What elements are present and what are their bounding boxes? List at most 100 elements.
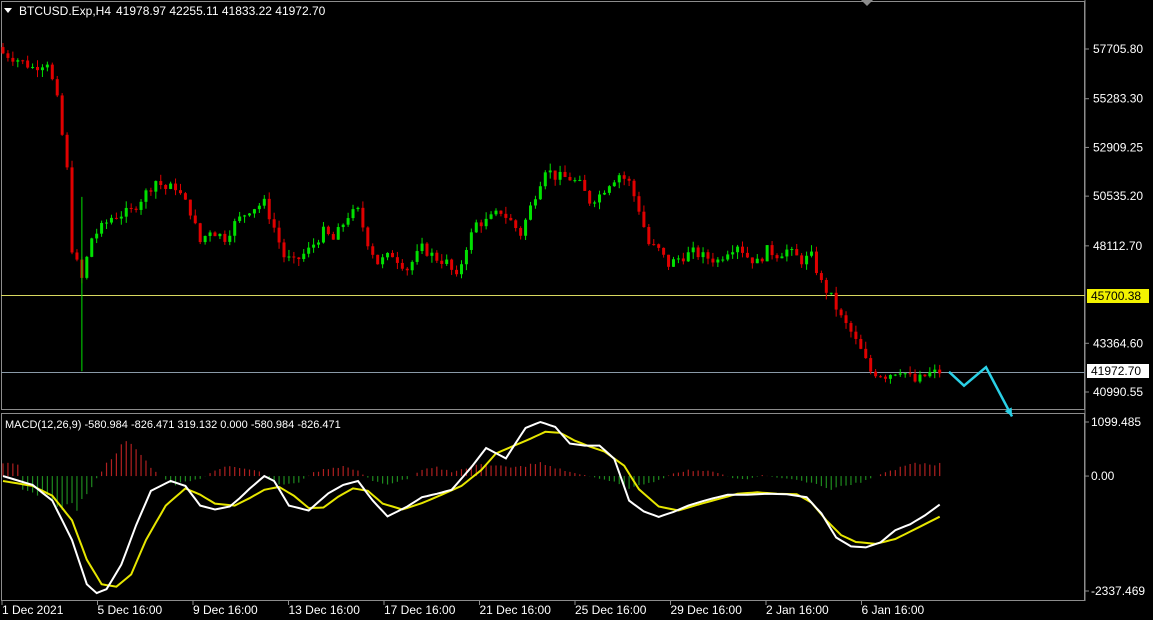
candle-body <box>785 249 789 257</box>
candle-body <box>642 211 646 228</box>
candle-body <box>538 186 542 200</box>
candle-body <box>415 251 419 262</box>
candle <box>326 225 330 236</box>
candle <box>50 62 54 81</box>
candle-body <box>770 245 774 256</box>
candle-body <box>405 268 409 271</box>
chart-root[interactable]: 57705.80 55283.30 52909.25 50535.20 48112.70… <box>0 0 1153 620</box>
candle-body <box>824 280 828 293</box>
candle-body <box>775 255 779 259</box>
candle-body <box>183 193 187 200</box>
candle-body <box>238 216 242 222</box>
candle-body <box>420 243 424 252</box>
candle-body <box>178 190 182 194</box>
candle-body <box>105 222 109 224</box>
candle-body <box>829 292 833 294</box>
candle-body <box>879 376 883 378</box>
candle-body <box>721 259 725 261</box>
candle-body <box>760 258 764 262</box>
price-tick-label: 40990.55 <box>1093 385 1143 399</box>
candle-body <box>198 223 202 243</box>
candle-body <box>726 254 730 260</box>
candle-body <box>321 226 325 243</box>
price-tick-label: 55283.30 <box>1093 92 1143 106</box>
candle-body <box>243 215 247 217</box>
candle-body <box>248 213 251 216</box>
candle-body <box>85 256 89 278</box>
candle-body <box>489 214 493 219</box>
candle <box>85 255 89 280</box>
candle-body <box>913 373 917 382</box>
macd-tick-label: -2337.469 <box>1091 584 1145 598</box>
candle-body <box>681 258 685 262</box>
candle-body <box>691 247 695 253</box>
candle-body <box>469 232 473 250</box>
candle-body <box>252 209 256 214</box>
candle-body <box>450 259 454 270</box>
candle-body <box>893 374 897 376</box>
candle-body <box>529 205 533 220</box>
candle-body <box>598 194 602 203</box>
candle-body <box>602 192 606 195</box>
candle-body <box>134 208 138 210</box>
candle-body <box>70 167 74 253</box>
candle-body <box>622 175 626 179</box>
candle-body <box>21 60 25 62</box>
candle-body <box>228 235 232 242</box>
candle-body <box>312 244 316 248</box>
chart-symbol-title: BTCUSD.Exp,H4 <box>19 4 111 18</box>
candle-body <box>395 257 399 263</box>
candle-body <box>898 373 902 375</box>
candle-body <box>568 176 572 181</box>
candle-body <box>573 180 577 182</box>
candle-body <box>543 172 547 187</box>
candle-body <box>657 244 661 248</box>
candle-body <box>60 95 64 135</box>
candle-body <box>435 252 439 261</box>
candle-body <box>1 47 5 54</box>
time-tick-label: 25 Dec 16:00 <box>575 603 647 617</box>
candle-body <box>371 246 375 255</box>
candle-body <box>933 369 937 372</box>
candle-body <box>129 207 133 209</box>
candle-body <box>647 227 651 245</box>
candle-body <box>169 183 173 189</box>
candle-body <box>755 258 759 264</box>
candle-body <box>839 309 843 316</box>
candle-body <box>114 217 118 219</box>
candle-body <box>90 238 94 257</box>
candle-body <box>883 376 887 379</box>
candle <box>70 160 74 255</box>
candle-body <box>903 373 907 375</box>
candle-body <box>292 256 296 258</box>
candle-body <box>100 222 104 234</box>
candle-body <box>36 66 40 71</box>
candle-body <box>632 180 636 197</box>
candle-body <box>854 331 858 339</box>
candle-body <box>55 79 59 96</box>
candle-body <box>331 234 335 240</box>
candle-body <box>188 199 192 216</box>
chart-background <box>0 0 1153 620</box>
candle <box>198 222 202 245</box>
candle-body <box>346 218 350 225</box>
candle-body <box>667 254 671 267</box>
price-tick-label: 48112.70 <box>1093 239 1142 253</box>
candle-body <box>859 338 863 349</box>
candle-body <box>637 196 641 212</box>
candle-body <box>627 178 631 181</box>
candle-body <box>745 252 749 258</box>
price-tick-label: 43364.60 <box>1093 336 1143 350</box>
candle-body <box>474 222 478 233</box>
candle-body <box>593 202 597 204</box>
candle-body <box>923 374 927 377</box>
candle-body <box>341 224 345 228</box>
candle <box>90 237 94 258</box>
candle-body <box>548 170 552 173</box>
candle-body <box>208 232 212 236</box>
candle-body <box>223 233 227 242</box>
macd-indicator-label: MACD(12,26,9) -580.984 -826.471 319.132 … <box>5 419 341 431</box>
candle-body <box>400 262 404 269</box>
candle-body <box>918 374 922 382</box>
candle-body <box>282 242 286 258</box>
